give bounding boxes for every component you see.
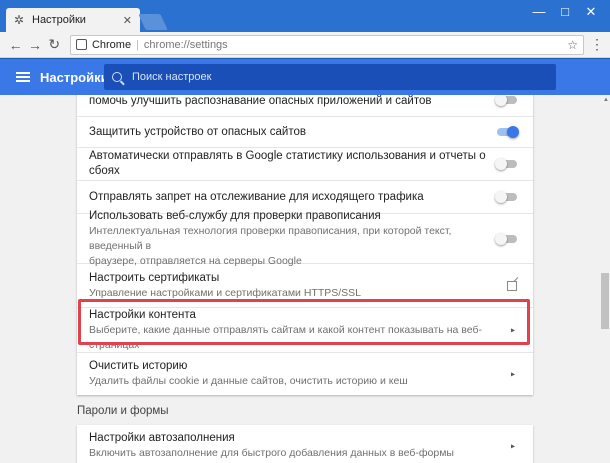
toggle-switch[interactable] (495, 158, 517, 170)
omnibox-origin-label: Chrome (91, 38, 132, 51)
external-link-icon[interactable] (507, 280, 517, 291)
search-icon (112, 72, 122, 82)
tab-title: Настройки (32, 14, 86, 26)
close-tab-button[interactable]: ✕ (123, 14, 132, 27)
toggle-switch[interactable] (495, 191, 517, 203)
omnibox-separator: | (136, 38, 139, 51)
row-title: помочь улучшить распознавание опасных пр… (89, 95, 432, 107)
section-title: Пароли и формы (77, 405, 169, 417)
forward-button[interactable]: → (25, 37, 44, 53)
address-bar[interactable]: Chrome | chrome://settings ☆ (69, 34, 584, 55)
new-tab-button[interactable] (138, 14, 168, 30)
chrome-menu-button[interactable]: ⋮ (590, 36, 604, 53)
row-description: Удалить файлы cookie и данные сайтов, оч… (89, 375, 408, 387)
row-title: Использовать веб-службу для проверки пра… (89, 209, 381, 222)
toggle-switch[interactable] (495, 232, 517, 245)
title-bar: ✲ Настройки ✕ — □ ✕ (0, 0, 610, 32)
gear-icon: ✲ (14, 13, 25, 27)
maximize-button[interactable]: □ (552, 2, 578, 22)
window-controls: — □ ✕ (526, 2, 604, 22)
chevron-right-icon: ▸ (510, 441, 515, 451)
scrollbar-thumb[interactable] (601, 273, 609, 329)
search-input[interactable] (132, 71, 532, 83)
list-item[interactable]: Защитить устройство от опасных сайтов (77, 117, 533, 148)
back-button[interactable]: ← (6, 37, 25, 53)
settings-content: помочь улучшить распознавание опасных пр… (0, 95, 610, 463)
passwords-card: Настройки автозаполнения Включить автоза… (77, 425, 533, 463)
row-title: Защитить устройство от опасных сайтов (89, 125, 306, 138)
row-description: Включить автозаполнение для быстрого доб… (89, 447, 454, 459)
row-title: Настройки автозаполнения (89, 432, 235, 444)
list-item[interactable]: помочь улучшить распознавание опасных пр… (77, 95, 533, 117)
close-window-button[interactable]: ✕ (578, 2, 604, 22)
url-text[interactable]: chrome://settings (144, 39, 567, 51)
search-box[interactable] (104, 64, 556, 90)
list-item[interactable]: Очистить историю Удалить файлы cookie и … (77, 353, 533, 395)
row-description: Интеллектуальная технология проверки пра… (89, 224, 452, 252)
row-title: Отправлять запрет на отслеживание для ис… (89, 190, 424, 203)
row-title: Настроить сертификаты (89, 271, 220, 284)
settings-header: Настройки (0, 59, 610, 95)
row-title: Автоматически отправлять в Google статис… (89, 150, 486, 177)
row-title: Очистить историю (89, 360, 188, 372)
page-title: Настройки (40, 69, 109, 85)
chevron-right-icon: ▸ (510, 369, 515, 379)
reload-button[interactable]: ↻ (45, 36, 64, 53)
scrollbar[interactable]: ▲ (600, 95, 610, 463)
toggle-switch[interactable] (495, 95, 517, 106)
list-item[interactable]: Использовать веб-службу для проверки пра… (77, 210, 533, 267)
list-item[interactable]: Автоматически отправлять в Google статис… (77, 148, 533, 181)
browser-toolbar: ← → ↻ Chrome | chrome://settings ☆ ⋮ (0, 32, 610, 58)
tab-settings[interactable]: ✲ Настройки ✕ (6, 8, 140, 32)
toggle-switch[interactable] (497, 126, 519, 138)
chrome-page-icon (75, 39, 87, 50)
highlight-frame (78, 299, 530, 345)
privacy-card: помочь улучшить распознавание опасных пр… (77, 95, 533, 395)
bookmark-star-icon[interactable]: ☆ (567, 38, 578, 52)
list-item[interactable]: Настройки автозаполнения Включить автоза… (77, 425, 533, 463)
minimize-button[interactable]: — (526, 2, 552, 22)
scroll-up-icon[interactable]: ▲ (603, 97, 609, 103)
hamburger-menu-icon[interactable] (16, 72, 30, 82)
